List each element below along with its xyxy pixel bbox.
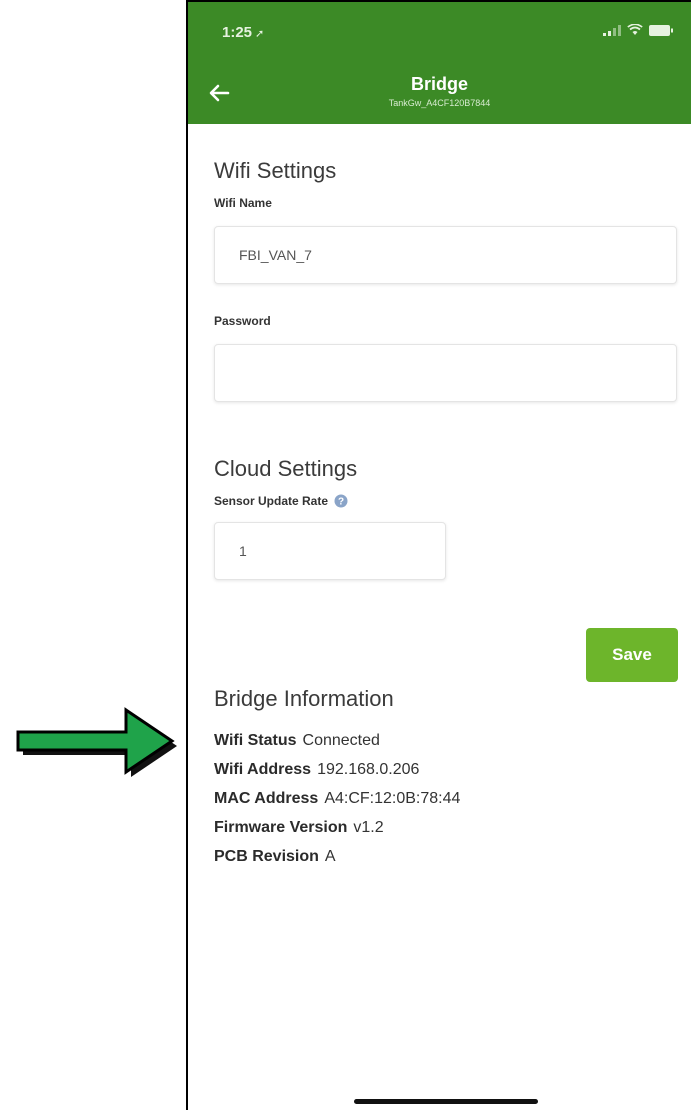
save-button[interactable]: Save xyxy=(586,628,678,682)
time-text: 1:25 xyxy=(222,24,253,41)
info-value: v1.2 xyxy=(353,819,384,836)
home-indicator[interactable] xyxy=(354,1099,538,1104)
info-row-mac-address: MAC Address A4:CF:12:0B:78:44 xyxy=(214,784,675,813)
info-key: Wifi Address xyxy=(214,761,312,778)
info-value: 192.168.0.206 xyxy=(317,761,420,778)
info-row-wifi-address: Wifi Address 192.168.0.206 xyxy=(214,755,675,784)
device-id-subtitle: TankGw_A4CF120B7844 xyxy=(388,98,491,108)
status-icons xyxy=(603,24,673,36)
bridge-info-section: Bridge Information Wifi Status Connected … xyxy=(214,686,675,871)
password-input[interactable] xyxy=(214,344,677,402)
wifi-icon xyxy=(627,24,643,35)
signal-icon xyxy=(603,24,621,36)
info-row-firmware-version: Firmware Version v1.2 xyxy=(214,813,675,842)
question-circle-icon[interactable]: ? xyxy=(334,494,348,508)
phone-screen: 1:25 ➚ Bridge TankGw_A4CF120B7844 Wifi S… xyxy=(186,0,691,1110)
wifi-settings-heading: Wifi Settings xyxy=(214,158,337,183)
bridge-information-heading: Bridge Information xyxy=(214,686,394,711)
info-key: Firmware Version xyxy=(214,819,348,836)
svg-text:?: ? xyxy=(338,497,344,508)
battery-icon xyxy=(649,24,673,36)
info-value: A xyxy=(324,848,336,865)
location-icon: ➚ xyxy=(255,28,265,40)
sensor-update-rate-input[interactable] xyxy=(214,522,446,580)
settings-content: Wifi Settings Wifi Name Password Cloud S… xyxy=(214,124,677,580)
info-value: Connected xyxy=(302,732,380,749)
info-value: A4:CF:12:0B:78:44 xyxy=(324,790,461,807)
info-key: MAC Address xyxy=(214,790,319,807)
info-row-wifi-status: Wifi Status Connected xyxy=(214,726,675,755)
page-title: Bridge xyxy=(410,74,468,94)
bridge-info-list: Wifi Status Connected Wifi Address 192.168… xyxy=(214,726,675,871)
app-header: 1:25 ➚ Bridge TankGw_A4CF120B7844 xyxy=(188,2,691,124)
sensor-update-rate-label: Sensor Update Rate xyxy=(214,494,329,508)
cloud-settings-heading: Cloud Settings xyxy=(214,456,358,481)
wifi-name-label: Wifi Name xyxy=(214,196,272,210)
info-key: PCB Revision xyxy=(214,848,319,865)
screenshot-canvas: 1:25 ➚ Bridge TankGw_A4CF120B7844 Wifi S… xyxy=(0,0,691,1110)
pointer-arrow-icon xyxy=(16,707,177,777)
sensor-update-rate-label-row: Sensor Update Rate ? xyxy=(214,494,675,508)
wifi-name-input[interactable] xyxy=(214,226,677,284)
status-time: 1:25 ➚ xyxy=(222,24,264,41)
password-label: Password xyxy=(214,314,271,328)
info-key: Wifi Status xyxy=(214,732,297,749)
info-row-pcb-revision: PCB Revision A xyxy=(214,842,675,871)
